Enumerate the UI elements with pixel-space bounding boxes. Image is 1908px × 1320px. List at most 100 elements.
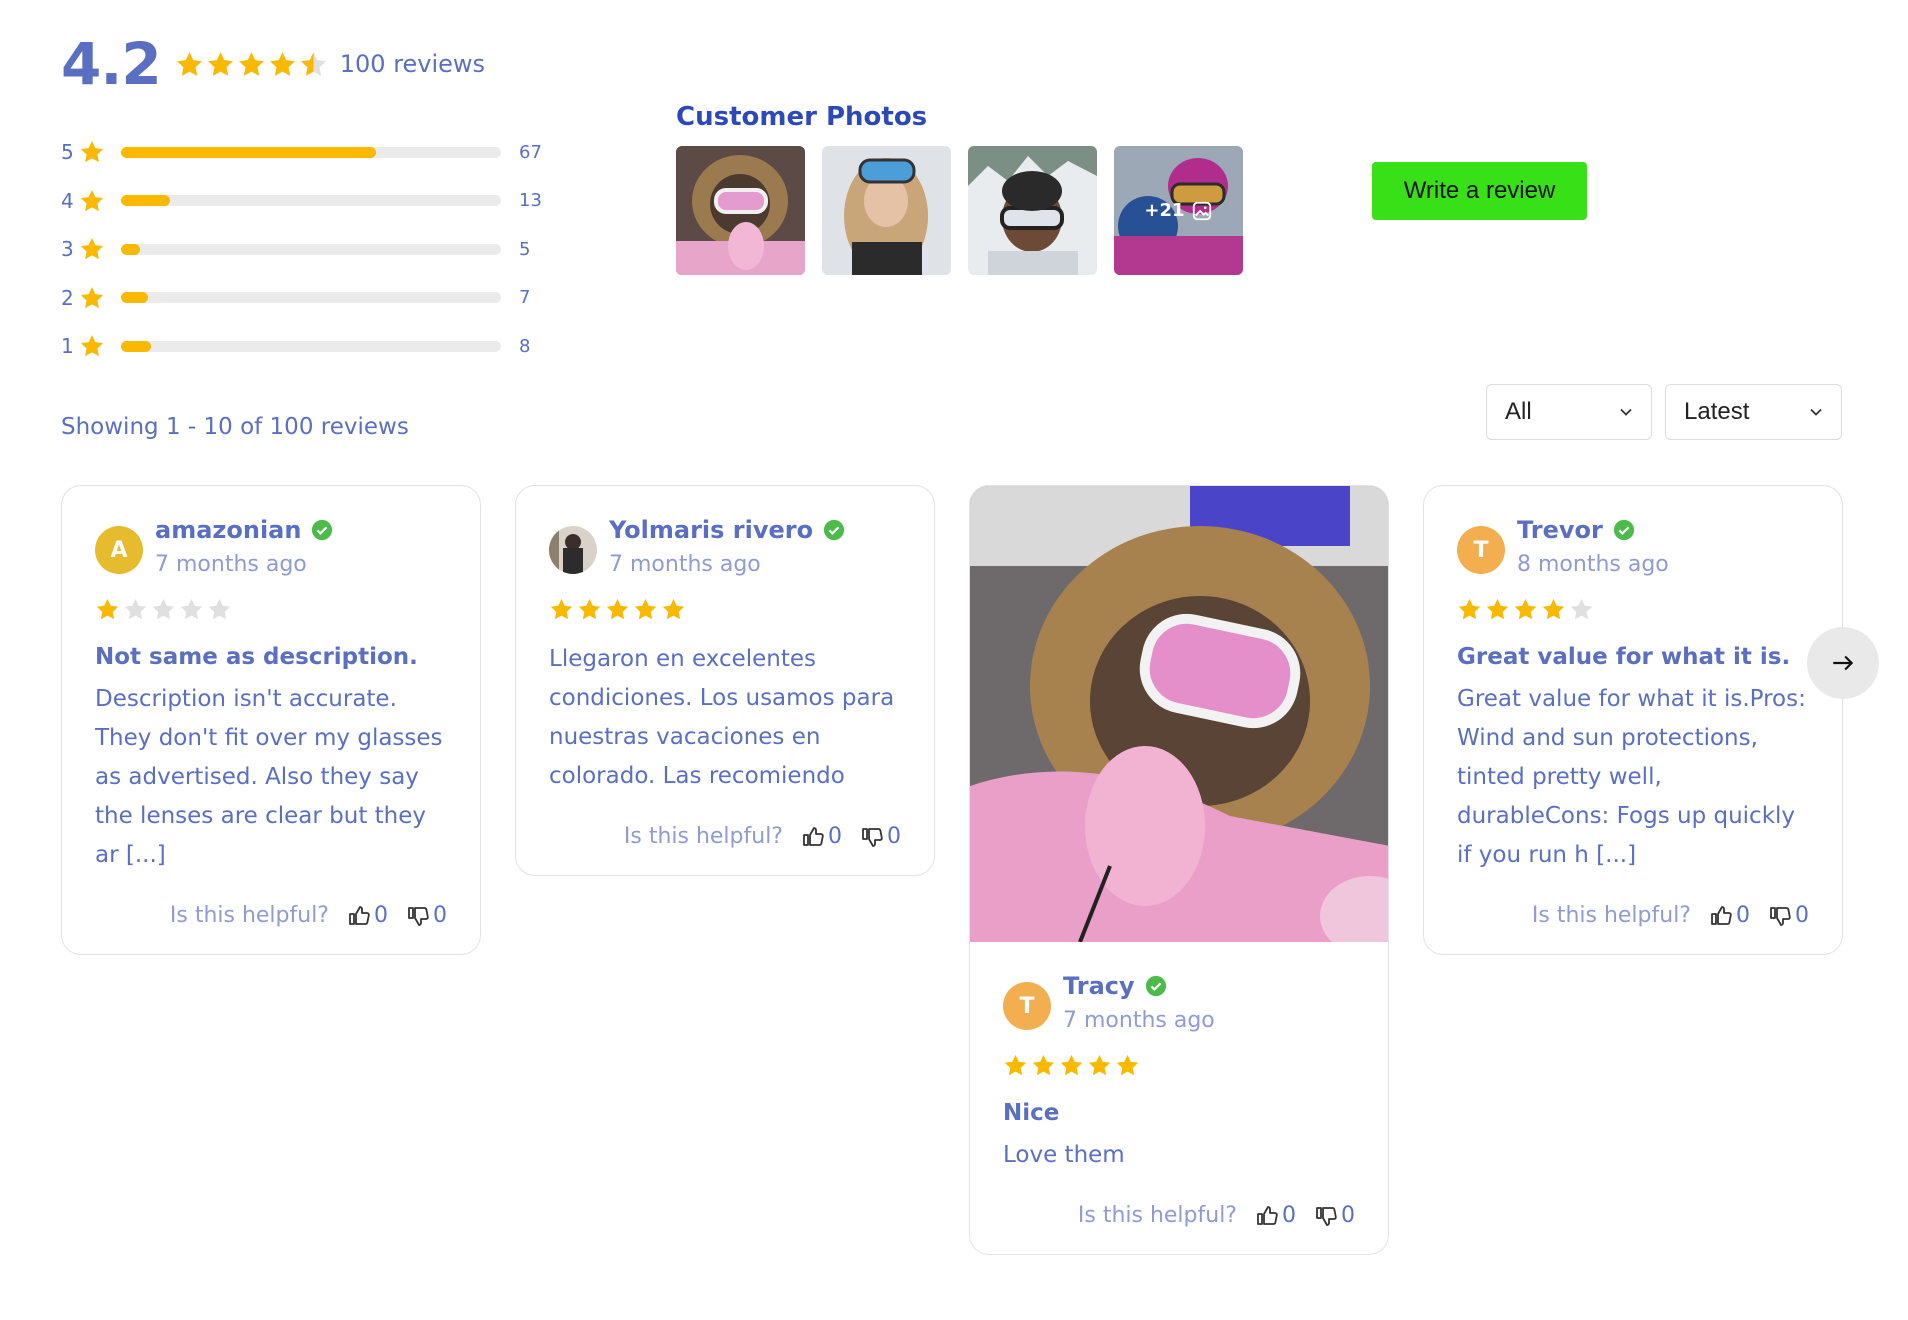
upvote-count: 0: [1282, 1203, 1296, 1228]
star-icon: [605, 597, 630, 622]
breakdown-star-value: 4: [61, 188, 74, 213]
avatar: A: [95, 526, 143, 574]
review-date: 7 months ago: [609, 552, 761, 577]
showing-count: Showing 1 - 10 of 100 reviews: [61, 414, 409, 440]
helpful-label: Is this helpful?: [169, 903, 329, 928]
more-photos-overlay[interactable]: +21: [1114, 146, 1243, 275]
review-text: Description isn't accurate. They don't f…: [95, 686, 443, 868]
breakdown-bar-fill: [121, 146, 376, 158]
review-stars: [95, 597, 447, 622]
breakdown-row-5[interactable]: 5 67: [61, 128, 549, 177]
star-icon: [151, 597, 176, 622]
thumbs-up-button[interactable]: 0: [1255, 1203, 1296, 1228]
customer-photos-title: Customer Photos: [676, 102, 928, 132]
review-text: Great value for what it is.Pros: Wind an…: [1457, 686, 1806, 868]
review-text: Love them: [1003, 1142, 1125, 1168]
verified-badge-icon: [1145, 975, 1166, 997]
star-icon: [1003, 1053, 1028, 1078]
star-icon: [79, 188, 105, 214]
review-date: 7 months ago: [1063, 1008, 1215, 1033]
breakdown-bar-fill: [121, 195, 171, 207]
star-icon: [175, 50, 204, 79]
review-text: Llegaron en excelentes condiciones. Los …: [549, 646, 895, 789]
avatar: T: [1003, 982, 1051, 1030]
breakdown-count: 67: [519, 141, 542, 163]
star-icon: [206, 50, 235, 79]
breakdown-bar: [121, 195, 501, 207]
breakdown-row-1[interactable]: 1 8: [61, 322, 549, 371]
customer-photo-thumbnail[interactable]: +21: [1114, 146, 1243, 275]
thumbs-down-button[interactable]: 0: [1768, 903, 1809, 928]
star-icon: [1457, 597, 1482, 622]
reviewer-name: amazonian: [155, 516, 302, 544]
thumbs-down-button[interactable]: 0: [1314, 1203, 1355, 1228]
customer-photo-thumbnail[interactable]: [822, 146, 951, 275]
breakdown-star-value: 3: [61, 237, 74, 262]
rating-breakdown: 5 67 4 13 3 5 2 7 1 8: [61, 128, 549, 371]
thumbs-down-button[interactable]: 0: [860, 824, 901, 849]
verified-badge-icon: [1613, 519, 1634, 541]
star-icon: [79, 236, 105, 262]
breakdown-bar: [121, 340, 501, 352]
helpful-label: Is this helpful?: [623, 824, 783, 849]
thumbs-up-button[interactable]: 0: [1709, 903, 1750, 928]
reviewer-name: Yolmaris rivero: [609, 516, 814, 544]
verified-badge-icon: [312, 519, 333, 541]
star-icon: [79, 139, 105, 165]
chevron-down-icon: [1620, 408, 1632, 416]
thumbs-up-button[interactable]: 0: [801, 824, 842, 849]
star-icon: [661, 597, 686, 622]
rating-filter-select[interactable]: All: [1486, 384, 1652, 440]
breakdown-bar-fill: [121, 292, 148, 304]
carousel-next-button[interactable]: [1807, 627, 1879, 699]
verified-badge-icon: [824, 519, 845, 541]
downvote-count: 0: [433, 903, 447, 928]
breakdown-count: 5: [519, 238, 531, 260]
helpful-label: Is this helpful?: [1077, 1203, 1237, 1228]
review-stars: [1003, 1053, 1355, 1078]
helpful-row: Is this helpful? 0 0: [549, 824, 901, 849]
star-icon: [79, 333, 105, 359]
review-card: T Trevor 8 months ago Great value for wh…: [1423, 485, 1843, 955]
breakdown-row-4[interactable]: 4 13: [61, 177, 549, 226]
helpful-row: Is this helpful? 0 0: [95, 903, 447, 928]
star-icon: [123, 597, 148, 622]
thumbs-down-button[interactable]: 0: [406, 903, 447, 928]
thumbs-up-button[interactable]: 0: [347, 903, 388, 928]
thumbs-up-icon: [1709, 904, 1733, 928]
review-card: A amazonian 7 months ago Not same as des…: [61, 485, 481, 955]
breakdown-star-value: 2: [61, 285, 74, 310]
star-icon: [1541, 597, 1566, 622]
upvote-count: 0: [1736, 903, 1750, 928]
review-title: Nice: [1003, 1100, 1060, 1126]
customer-photo-thumbnail[interactable]: [676, 146, 805, 275]
breakdown-bar: [121, 292, 501, 304]
upvote-count: 0: [374, 903, 388, 928]
average-rating: 4.2: [61, 30, 162, 98]
star-icon: [95, 597, 120, 622]
customer-photos: +21: [676, 146, 1243, 275]
average-stars: [175, 50, 328, 79]
customer-photo-thumbnail[interactable]: [968, 146, 1097, 275]
review-title: Not same as description.: [95, 644, 418, 670]
review-date: 7 months ago: [155, 552, 307, 577]
star-icon: [577, 597, 602, 622]
write-review-button[interactable]: Write a review: [1372, 162, 1587, 220]
star-icon: [179, 597, 204, 622]
rating-filter-value: All: [1505, 398, 1532, 425]
breakdown-star-value: 1: [61, 334, 74, 359]
avatar: T: [1457, 526, 1505, 574]
sort-select[interactable]: Latest: [1665, 384, 1842, 440]
breakdown-row-2[interactable]: 2 7: [61, 274, 549, 323]
star-icon: [1485, 597, 1510, 622]
breakdown-bar: [121, 243, 501, 255]
thumbs-down-icon: [406, 904, 430, 928]
downvote-count: 0: [1795, 903, 1809, 928]
breakdown-row-3[interactable]: 3 5: [61, 225, 549, 274]
breakdown-bar: [121, 146, 501, 158]
image-icon: [1192, 201, 1211, 220]
downvote-count: 0: [887, 824, 901, 849]
breakdown-count: 8: [519, 335, 531, 357]
review-photo[interactable]: [970, 486, 1389, 942]
star-icon: [1059, 1053, 1084, 1078]
